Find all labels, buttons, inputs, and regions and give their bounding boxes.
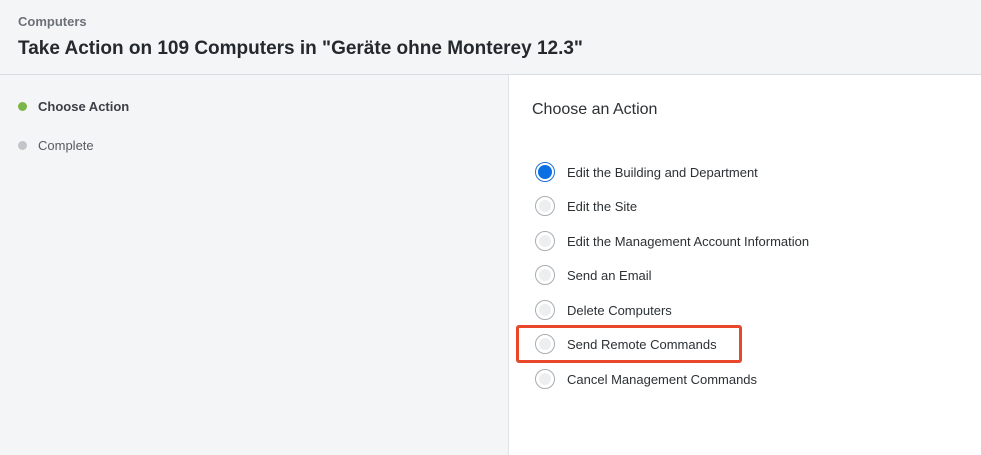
option-send-email[interactable]: Send an Email [535, 262, 652, 288]
radio-button[interactable] [535, 231, 555, 251]
option-cancel-management-commands[interactable]: Cancel Management Commands [535, 366, 757, 392]
step-inactive-dot-icon [18, 140, 27, 150]
radio-button[interactable] [535, 334, 555, 354]
radio-button[interactable] [535, 369, 555, 389]
option-label[interactable]: Edit the Site [567, 199, 637, 214]
breadcrumb[interactable]: Computers [18, 14, 87, 29]
option-edit-management-account[interactable]: Edit the Management Account Information [535, 228, 809, 254]
option-label[interactable]: Send Remote Commands [567, 337, 717, 352]
step-choose-action: Choose Action [18, 96, 129, 116]
page-header: Computers Take Action on 109 Computers i… [0, 0, 981, 75]
action-panel: Choose an Action Edit the Building and D… [508, 75, 981, 455]
step-label: Choose Action [38, 98, 130, 114]
radio-button[interactable] [535, 196, 555, 216]
section-title: Choose an Action [532, 101, 658, 118]
steps-sidebar: Choose Action Complete [0, 75, 508, 455]
option-label[interactable]: Delete Computers [567, 303, 672, 318]
radio-button[interactable] [535, 300, 555, 320]
step-active-dot-icon [18, 101, 27, 111]
option-edit-site[interactable]: Edit the Site [535, 193, 637, 219]
radio-button-selected[interactable] [535, 162, 555, 182]
option-label[interactable]: Edit the Management Account Information [567, 234, 809, 249]
option-label[interactable]: Cancel Management Commands [567, 372, 757, 387]
option-label[interactable]: Edit the Building and Department [567, 165, 758, 180]
step-complete: Complete [18, 135, 94, 155]
option-delete-computers[interactable]: Delete Computers [535, 297, 672, 323]
option-send-remote-commands[interactable]: Send Remote Commands [535, 331, 717, 357]
radio-button[interactable] [535, 265, 555, 285]
option-label[interactable]: Send an Email [567, 268, 652, 283]
page-title: Take Action on 109 Computers in "Geräte … [18, 38, 583, 59]
step-label: Complete [38, 137, 94, 153]
option-edit-building-department[interactable]: Edit the Building and Department [535, 159, 758, 185]
